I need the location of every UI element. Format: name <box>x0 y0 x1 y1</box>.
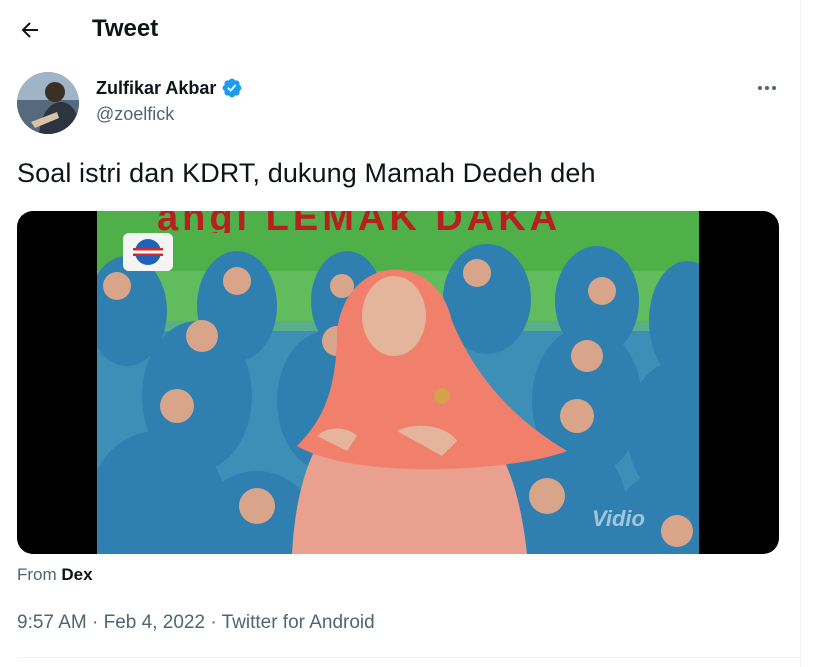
author-name-text: Zulfikar Akbar <box>96 77 217 98</box>
more-dot-icon <box>758 86 762 90</box>
meta-separator: · <box>92 612 99 633</box>
tweet-source: From Dex <box>17 565 93 585</box>
channel-logo-icon <box>123 233 173 271</box>
author-name[interactable]: Zulfikar Akbar <box>96 77 243 99</box>
media-watermark: Vidio <box>592 506 645 531</box>
tweet-client[interactable]: Twitter for Android <box>222 612 375 633</box>
tweet-date[interactable]: Feb 4, 2022 <box>104 612 205 633</box>
arrow-left-icon <box>21 22 38 38</box>
source-name[interactable]: Dex <box>61 565 92 584</box>
more-options-button[interactable] <box>752 76 782 100</box>
author-handle[interactable]: @zoelfick <box>96 104 174 125</box>
divider <box>17 657 800 658</box>
tweet-time[interactable]: 9:57 AM <box>17 612 87 633</box>
page-title: Tweet <box>92 15 159 42</box>
meta-separator: · <box>210 612 217 633</box>
media-sign-text: angi LEMAK DAKA <box>157 211 562 233</box>
media-video-frame <box>97 211 699 554</box>
tweet-meta: 9:57 AM · Feb 4, 2022 · Twitter for Andr… <box>17 612 375 634</box>
column-border <box>800 0 801 667</box>
avatar[interactable] <box>17 72 79 134</box>
more-dot-icon <box>772 86 776 90</box>
back-button[interactable] <box>12 12 48 48</box>
tweet-text: Soal istri dan KDRT, dukung Mamah Dedeh … <box>17 158 596 188</box>
verified-badge-icon <box>222 78 242 98</box>
media-sign: angi LEMAK DAKA <box>97 211 699 233</box>
source-prefix: From <box>17 565 57 584</box>
page-header: Tweet <box>0 0 800 58</box>
tweet-media[interactable]: angi LEMAK DAKA Vidio <box>17 211 779 554</box>
avatar-image <box>17 72 79 134</box>
more-dot-icon <box>765 86 769 90</box>
